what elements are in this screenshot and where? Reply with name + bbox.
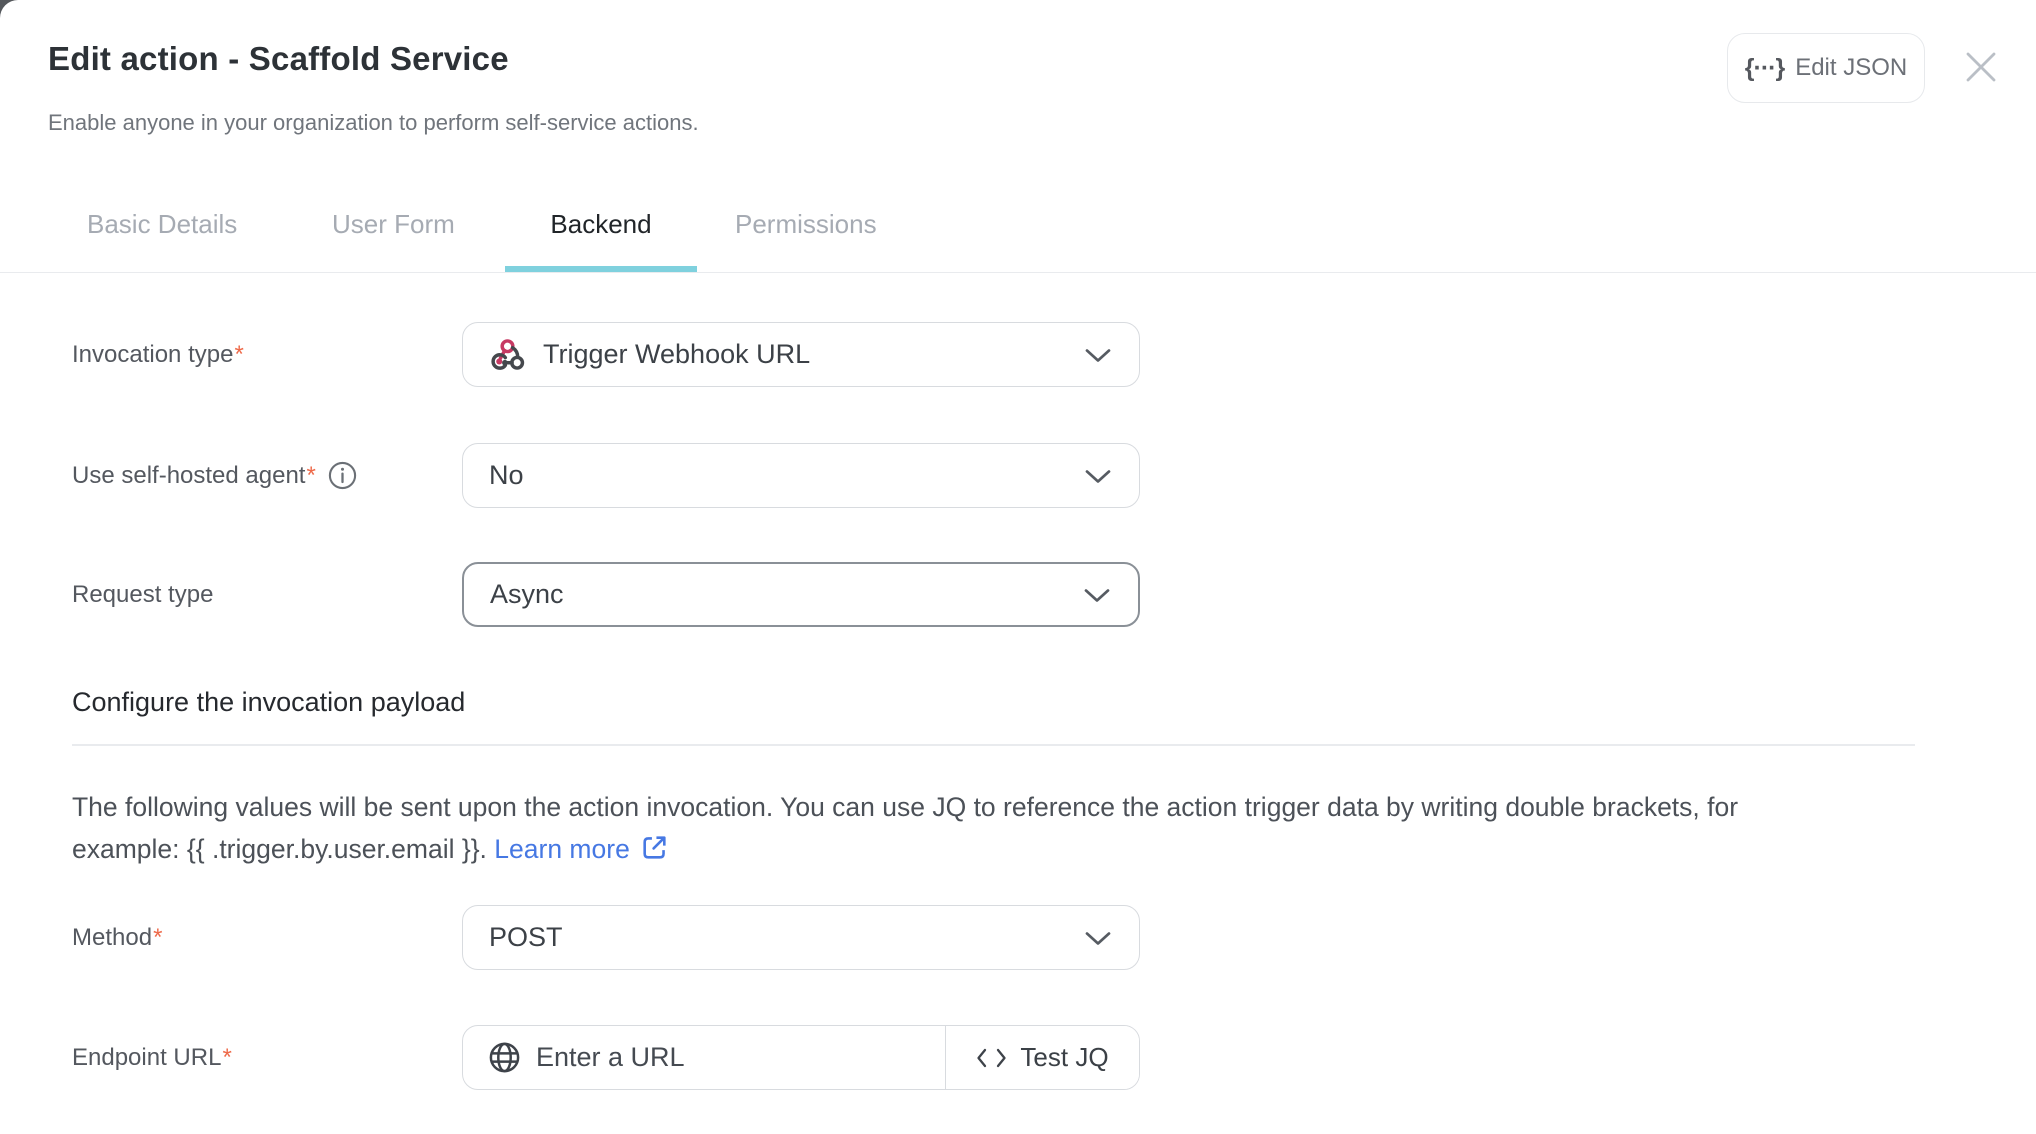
- page-subtitle: Enable anyone in your organization to pe…: [48, 110, 699, 136]
- active-tab-indicator: [505, 266, 697, 272]
- learn-more-link[interactable]: Learn more: [494, 834, 670, 864]
- required-asterisk: *: [222, 1044, 231, 1071]
- json-braces-icon: {···}: [1745, 54, 1784, 83]
- tab-user-form[interactable]: User Form: [332, 209, 455, 240]
- test-jq-label: Test JQ: [1020, 1042, 1108, 1073]
- request-type-value: Async: [490, 579, 564, 610]
- chevron-down-icon: [1085, 922, 1111, 953]
- endpoint-url-label: Endpoint URL*: [72, 1044, 232, 1072]
- tab-basic-details[interactable]: Basic Details: [87, 209, 237, 240]
- invocation-type-value: Trigger Webhook URL: [543, 339, 810, 370]
- endpoint-url-input-wrap: [463, 1026, 945, 1089]
- method-select[interactable]: POST: [462, 905, 1140, 970]
- method-label: Method*: [72, 924, 162, 952]
- required-asterisk: *: [153, 924, 162, 951]
- request-type-label: Request type: [72, 581, 213, 609]
- self-hosted-agent-label: Use self-hosted agent*: [72, 461, 357, 490]
- required-asterisk: *: [306, 462, 315, 489]
- tab-bar: Basic Details User Form Backend Permissi…: [0, 195, 2036, 273]
- chevron-down-icon: [1085, 339, 1111, 370]
- tab-backend[interactable]: Backend: [505, 209, 697, 240]
- tab-permissions[interactable]: Permissions: [735, 209, 877, 240]
- chevron-down-icon: [1084, 579, 1110, 610]
- page-title: Edit action - Scaffold Service: [48, 40, 509, 78]
- edit-action-modal: Edit action - Scaffold Service Enable an…: [0, 0, 2036, 1134]
- code-brackets-icon: [976, 1048, 1007, 1068]
- payload-section-heading: Configure the invocation payload: [72, 687, 465, 718]
- endpoint-url-group: Test JQ: [462, 1025, 1140, 1090]
- close-button[interactable]: [1962, 48, 2000, 86]
- method-value: POST: [489, 922, 563, 953]
- webhook-icon: [489, 338, 526, 371]
- required-asterisk: *: [234, 341, 243, 368]
- external-link-icon: [639, 832, 670, 876]
- edit-json-button[interactable]: {···} Edit JSON: [1727, 33, 1925, 103]
- modal-surface: Edit action - Scaffold Service Enable an…: [0, 0, 2036, 1134]
- section-divider: [72, 744, 1915, 746]
- info-icon[interactable]: [328, 461, 357, 490]
- globe-icon: [487, 1040, 522, 1075]
- invocation-type-select[interactable]: Trigger Webhook URL: [462, 322, 1140, 387]
- close-icon: [1964, 50, 1998, 84]
- self-hosted-agent-value: No: [489, 460, 524, 491]
- endpoint-url-input[interactable]: [536, 1042, 945, 1073]
- self-hosted-agent-select[interactable]: No: [462, 443, 1140, 508]
- edit-json-label: Edit JSON: [1795, 54, 1907, 82]
- request-type-select[interactable]: Async: [462, 562, 1140, 627]
- payload-description: The following values will be sent upon t…: [72, 787, 1942, 875]
- test-jq-button[interactable]: Test JQ: [946, 1026, 1139, 1089]
- chevron-down-icon: [1085, 460, 1111, 491]
- invocation-type-label: Invocation type*: [72, 341, 244, 369]
